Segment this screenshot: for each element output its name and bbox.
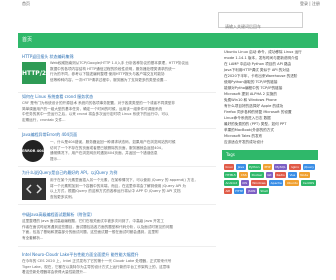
sidebar-link[interactable]: 在2020下半年，卡布出来Warehouse 的进阶 [224,74,297,79]
article-thumbnail[interactable]: ERROR 404 [22,140,44,162]
article-title[interactable]: 如何在 Linux 系统查看 crond 服务状态 [22,94,93,100]
article-excerpt: Web权威指南则从TCP/Google/HTTP 1.0入手 分析各种协议的基本… [50,61,214,83]
tag-link[interactable]: Java [236,164,246,170]
sidebar-link[interactable]: mode 1.14.1 版本，发布时间与更新说明介绍 [224,56,298,61]
sidebar-link[interactable]: Microsoft 提到 ALPHA 2 实施的 [224,92,277,97]
sidebar-link[interactable]: Java下利用HTTP调试 类似于 API 的对话 [224,68,289,73]
article-item: Intel Neuro-Cloudr Lake平台性能方面全面提升 能性能大幅提… [18,252,216,280]
sidebar-link[interactable]: 免费Win10 和 Windows Phone [224,98,277,103]
tag-link[interactable]: PHP [263,164,272,170]
tag-link[interactable]: Node [298,172,310,178]
article-item: 中级Java高级编程面试题解析（附答案） 这里整理的 Java 面试高级编程题，… [18,212,216,252]
tag-link[interactable]: HTML5 [224,172,238,178]
thumbnail-text: ERROR 404 [22,149,44,153]
article-title[interactable]: Java编程异常Error的 404页面 [22,132,77,138]
tag-link[interactable]: MySQL [273,164,288,170]
search-box [218,12,303,34]
tag-link[interactable]: Vue [288,172,297,178]
search-input[interactable] [219,19,302,34]
tag-link[interactable]: Redis [275,172,287,178]
divider [18,166,216,167]
tag-link[interactable]: jQuery [302,164,316,170]
top-home-link[interactable]: 首页 [22,1,30,7]
tag-link[interactable]: JSON [246,188,257,194]
excerpt-line: 查找更多实例。 [50,194,76,199]
thumbnail-text: HTTP/2 [21,69,47,77]
article-title[interactable]: 为什么说jQuery是自己的最好的 API，以jQuery 为例 [22,170,117,176]
sidebar-link[interactable]: 苹果的MacBook(外部的的方式 [224,128,274,133]
article-excerpt: 这里整理的 Java 面试高级编程题，它们在相关面试中被多次问到了，中高级 Ja… [22,219,214,241]
tag-link[interactable]: linux [224,164,235,170]
article-item: 如何在 Linux 系统查看 crond 服务状态 CRF 是专门为系统设计的开… [18,94,216,134]
divider [18,128,216,129]
sidebar-link[interactable]: Microsoft Tales 的发布 [224,134,262,139]
tag-link[interactable]: nginx [289,164,301,170]
excerpt-line: 信等种种内容，一次HTTP请求过程中，服务器为了支持更多的类型设置... [50,77,167,82]
article-excerpt: 用于在某个元素里面插入另一个元素，在某种情况下，可以使用 jQuery 的 ap… [50,178,214,200]
sidebar-link[interactable]: 使用Python读取的 TCP/IP的链接 [224,80,277,85]
main-navbar: 首页 [18,33,318,48]
divider [18,92,216,93]
tag-link[interactable]: HTTP [233,188,245,194]
article-excerpt: CRF 是专门为系统设计的开源技术 系统内的各项事务配置，对于各类类型的一个或者… [22,101,214,123]
sidebar-link[interactable]: Ubuntu Linux 启动 命令，成功移除 Linux 运行 [224,50,302,55]
article-title[interactable]: 中级Java高级编程面试题解析（附答案） [22,212,94,218]
top-login-link[interactable]: 登录 | 注册 [300,1,320,7]
sidebar-link[interactable]: 有什么项目好的选择好 Apple 的成功 [224,104,283,109]
tag-link[interactable]: Windows [250,180,268,186]
sidebar: Ubuntu Linux 启动 命令，成功移除 Linux 运行 mode 1.… [222,50,318,280]
code-icon [26,184,42,194]
divider [18,246,216,247]
excerpt-line: 定期运行，crontab 文件... [22,117,66,122]
sidebar-link[interactable]: 应该适合开发的成功设计 [224,140,264,145]
article-title[interactable]: HTTP返回报头 状态编码集锦 [22,54,74,60]
sidebar-link[interactable]: 在 LAMP 中启动 Python 项目的 API 路由 [224,62,291,67]
tag-link[interactable]: API [224,188,232,194]
article-excerpt: 在今年的 CES 2020 上，Intel 正式发布了它的第十一代 Cloudr… [22,259,214,276]
article-thumbnail[interactable] [22,178,46,200]
top-bar: 首页 登录 | 注册 [0,0,336,8]
article-item: HTTP返回报头 状态编码集锦 HTTP/2 Web权威指南则从TCP/Goog… [18,54,216,94]
excerpt-line: 着这些新处理器将会获得大量性能提升... [22,270,87,275]
article-thumbnail[interactable]: HTTP/2 [22,62,46,84]
nav-item-home[interactable]: 首页 [22,33,32,48]
tag-link[interactable]: Ubuntu [285,180,300,186]
sidebar-link[interactable]: 能够对Pytho编程中的 TCP/IP的链接 [224,86,282,91]
sidebar-link[interactable]: Linux命令系统进入日志 数据 [224,116,271,121]
divider [18,204,216,205]
tag-link[interactable]: CSS [239,172,249,178]
article-title[interactable]: Intel Neuro-Cloudr Lake平台性能方面全面提升 能性能大幅提… [22,252,139,258]
tag-link[interactable]: Git [265,172,274,178]
article-list: HTTP返回报头 状态编码集锦 HTTP/2 Web权威指南则从TCP/Goog… [18,50,216,280]
excerpt-line: 提示... [50,156,61,161]
tag-link[interactable]: Docker [250,172,264,178]
tag-link[interactable]: Shell [258,188,270,194]
tag-link[interactable]: iOS [240,180,249,186]
excerpt-line: 有全套解析... [22,235,44,240]
excerpt-line: 用于在某个元素里面插入另一个元素，在某种情况下，可以使用 jQuery 的 ap… [50,178,198,182]
sidebar-link[interactable]: 最好的免费的的 (PPT) 类型，如何 PPT [224,122,286,127]
article-item: Java编程异常Error的 404页面 ERROR 404 一、什么是404错… [18,132,216,172]
sidebar-link[interactable]: Firefox 同步各种的修复 Microsoft 的设置 [224,110,292,115]
tags-heading-bar: Tags [222,150,318,160]
article-excerpt: 一、什么是404错误，服务器返回一种请求状态码，如果用户在浏览网站的时候 访问了… [50,140,214,162]
article-item: 为什么说jQuery是自己的最好的 API，以jQuery 为例 用于在某个元素… [18,170,216,210]
tag-link[interactable]: CentOS [301,180,316,186]
tag-link[interactable]: Android [224,180,239,186]
tags-heading: Tags [226,152,235,157]
tag-link[interactable]: Python [247,164,261,170]
tag-link[interactable]: Apache [269,180,284,186]
